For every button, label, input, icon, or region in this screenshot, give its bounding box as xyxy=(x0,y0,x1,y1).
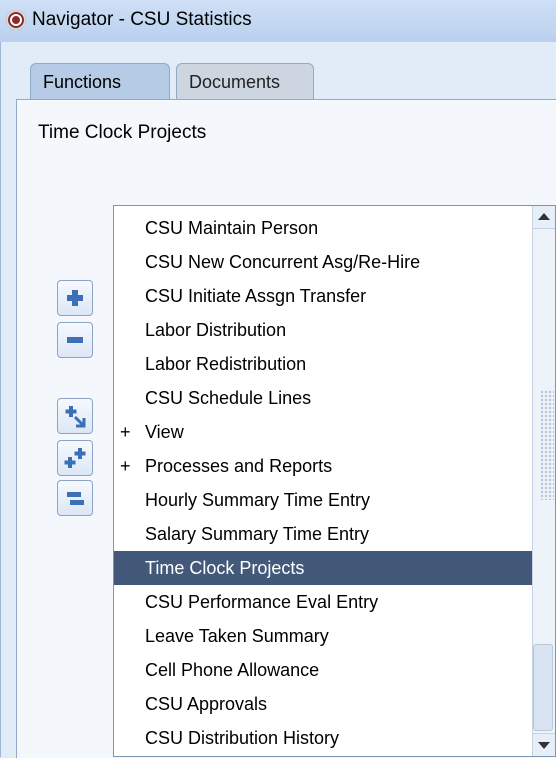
window-title: Navigator - CSU Statistics xyxy=(32,9,252,30)
list-item-label: Leave Taken Summary xyxy=(145,626,329,646)
collapse-all-button[interactable] xyxy=(57,480,93,516)
list-item[interactable]: CSU Initiate Assgn Transfer xyxy=(114,279,534,313)
list-item[interactable]: CSU Maintain Person xyxy=(114,211,534,245)
list-item-label: CSU New Concurrent Asg/Re-Hire xyxy=(145,252,421,272)
scroll-up-arrow-icon[interactable] xyxy=(533,206,555,229)
list-item[interactable]: CSU Approvals xyxy=(114,687,534,721)
list-item[interactable]: + Processes and Reports xyxy=(114,449,534,483)
oracle-app-icon xyxy=(6,10,26,30)
list-item-label: Processes and Reports xyxy=(145,456,333,476)
expand-branch-button[interactable] xyxy=(57,398,93,434)
current-function-title: Time Clock Projects xyxy=(38,122,207,143)
list-item-label: CSU Schedule Lines xyxy=(145,388,312,408)
list-item-label: View xyxy=(145,422,184,442)
list-item-label: CSU Initiate Assgn Transfer xyxy=(145,286,367,306)
list-item-label: CSU Approvals xyxy=(145,694,268,714)
tab-documents[interactable]: Documents xyxy=(176,63,314,99)
list-item-label: CSU Performance Eval Entry xyxy=(145,592,379,612)
scroll-down-arrow-icon[interactable] xyxy=(533,733,555,756)
splitter-grip[interactable] xyxy=(540,390,554,500)
expand-button[interactable] xyxy=(57,280,93,316)
list-item[interactable]: Cell Phone Allowance xyxy=(114,653,534,687)
list-item[interactable]: CSU Performance Eval Entry xyxy=(114,585,534,619)
list-item[interactable]: Time Clock Projects xyxy=(114,551,534,585)
list-item[interactable]: CSU New Concurrent Asg/Re-Hire xyxy=(114,245,534,279)
tab-functions[interactable]: Functions xyxy=(30,63,170,99)
list-item-label: CSU Distribution History xyxy=(145,728,340,748)
list-item-label: Labor Redistribution xyxy=(145,354,307,374)
collapse-button[interactable] xyxy=(57,322,93,358)
list-item-label: Hourly Summary Time Entry xyxy=(145,490,371,510)
function-list[interactable]: CSU Maintain Person CSU New Concurrent As… xyxy=(113,205,556,757)
list-item-label: Cell Phone Allowance xyxy=(145,660,320,680)
list-item-label: Labor Distribution xyxy=(145,320,287,340)
list-item-label: CSU Maintain Person xyxy=(145,218,319,238)
scroll-thumb[interactable] xyxy=(533,644,553,731)
list-item[interactable]: CSU Distribution History xyxy=(114,721,534,755)
list-item[interactable]: Leave Taken Summary xyxy=(114,619,534,653)
list-item[interactable]: Labor Redistribution xyxy=(114,347,534,381)
list-item[interactable]: Salary Summary Time Entry xyxy=(114,517,534,551)
expand-all-button[interactable] xyxy=(57,440,93,476)
list-item[interactable]: + View xyxy=(114,415,534,449)
list-item[interactable]: Labor Distribution xyxy=(114,313,534,347)
list-item-label: Time Clock Projects xyxy=(145,558,305,578)
list-item-label: Salary Summary Time Entry xyxy=(145,524,370,544)
expand-indicator[interactable]: + xyxy=(120,449,131,483)
expand-indicator[interactable]: + xyxy=(120,415,131,449)
title-bar: Navigator - CSU Statistics xyxy=(0,0,556,43)
list-item[interactable]: CSU Schedule Lines xyxy=(114,381,534,415)
list-item[interactable]: Hourly Summary Time Entry xyxy=(114,483,534,517)
